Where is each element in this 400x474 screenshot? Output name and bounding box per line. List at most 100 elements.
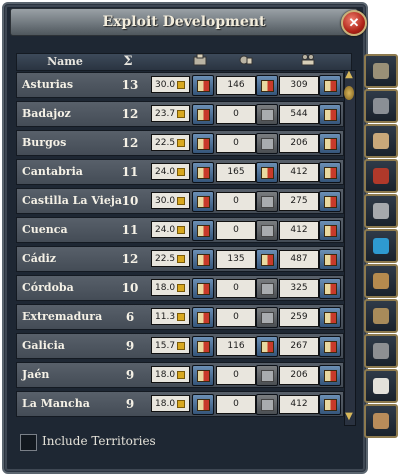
table-row[interactable]: Badajoz 12 23.7 0 544 xyxy=(16,101,344,127)
table-row[interactable]: Jaén 9 18.0 0 206 xyxy=(16,362,344,388)
exploit-tax-button[interactable] xyxy=(192,75,214,96)
table-row[interactable]: Extremadura 6 11.3 0 259 xyxy=(16,304,344,330)
development-value: 10 xyxy=(121,194,139,208)
province-name: Badajoz xyxy=(22,107,71,120)
sidebar-button-add-building[interactable] xyxy=(364,124,398,158)
table-row[interactable]: Castilla La Vieja 10 30.0 0 275 xyxy=(16,188,344,214)
exploit-production-button[interactable] xyxy=(256,133,278,154)
table-row[interactable]: Córdoba 10 18.0 0 325 xyxy=(16,275,344,301)
exploit-manpower-button[interactable] xyxy=(319,365,341,386)
exploit-manpower-button[interactable] xyxy=(319,104,341,125)
manpower-exploit-icon xyxy=(324,138,337,150)
exploit-production-button[interactable] xyxy=(256,278,278,299)
exploit-tax-button[interactable] xyxy=(192,249,214,270)
exploit-manpower-button[interactable] xyxy=(319,75,341,96)
exploit-production-button[interactable] xyxy=(256,307,278,328)
table-row[interactable]: Cantabria 11 24.0 165 412 xyxy=(16,159,344,185)
exploit-tax-button[interactable] xyxy=(192,365,214,386)
close-button[interactable]: ✕ xyxy=(341,10,367,36)
manpower-exploit-icon xyxy=(324,109,337,121)
exploit-tax-button[interactable] xyxy=(192,104,214,125)
exploit-manpower-button[interactable] xyxy=(319,249,341,270)
window-title: Exploit Development xyxy=(102,14,266,30)
table-header: Name Σ xyxy=(16,53,352,71)
province-name: Cuenca xyxy=(22,223,68,236)
table-row[interactable]: Cádiz 12 22.5 135 487 xyxy=(16,246,344,272)
exploit-production-button[interactable] xyxy=(256,336,278,357)
tax-cost-value: 11.3 xyxy=(155,312,176,322)
manpower-value: 206 xyxy=(279,134,319,153)
development-value: 9 xyxy=(125,368,135,382)
exploit-tax-button[interactable] xyxy=(192,394,214,415)
exploit-production-button[interactable] xyxy=(256,365,278,386)
sidebar-button-army-units[interactable] xyxy=(364,334,398,368)
development-value: 12 xyxy=(121,107,139,121)
sidebar-button-dove[interactable] xyxy=(364,369,398,403)
exploit-production-button[interactable] xyxy=(256,162,278,183)
scroll-up-arrow-icon[interactable]: ▲ xyxy=(343,69,355,81)
exploit-production-button[interactable] xyxy=(256,191,278,212)
production-exploit-icon xyxy=(261,138,274,150)
tax-exploit-icon xyxy=(197,109,210,121)
header-name[interactable]: Name xyxy=(17,54,113,70)
header-manpower-icon[interactable] xyxy=(297,54,319,70)
sidebar-button-military[interactable] xyxy=(364,264,398,298)
table-row[interactable]: La Mancha 9 18.0 0 412 xyxy=(16,391,344,417)
tax-exploit-icon xyxy=(197,196,210,208)
province-name: Córdoba xyxy=(22,281,74,294)
exploit-development-window: Exploit Development Name Σ Asturias 13 30.… xyxy=(2,2,368,474)
exploit-tax-button[interactable] xyxy=(192,336,214,357)
scrollbar-thumb[interactable] xyxy=(344,86,354,100)
sidebar-button-province-map[interactable] xyxy=(364,54,398,88)
exploit-manpower-button[interactable] xyxy=(319,307,341,328)
exploit-manpower-button[interactable] xyxy=(319,394,341,415)
tax-cost-field: 30.0 xyxy=(151,76,190,93)
header-production-icon[interactable] xyxy=(235,54,257,70)
exploit-manpower-button[interactable] xyxy=(319,278,341,299)
exploit-tax-button[interactable] xyxy=(192,278,214,299)
exploit-manpower-button[interactable] xyxy=(319,162,341,183)
table-row[interactable]: Burgos 12 22.5 0 206 xyxy=(16,130,344,156)
production-exploit-icon xyxy=(261,341,274,353)
sidebar-button-map-scroll[interactable] xyxy=(364,299,398,333)
exploit-manpower-button[interactable] xyxy=(319,220,341,241)
exploit-tax-button[interactable] xyxy=(192,162,214,183)
sidebar-button-chain[interactable] xyxy=(364,194,398,228)
table-row[interactable]: Galicia 9 15.7 116 267 xyxy=(16,333,344,359)
tax-cost-value: 18.0 xyxy=(155,283,176,293)
scrollbar-track[interactable] xyxy=(344,70,356,426)
scroll-down-arrow-icon[interactable]: ▼ xyxy=(343,411,355,423)
manpower-exploit-icon xyxy=(324,399,337,411)
production-value: 0 xyxy=(216,308,256,327)
development-value: 11 xyxy=(121,165,139,179)
sidebar-button-religion[interactable] xyxy=(364,159,398,193)
ducats-icon xyxy=(177,399,186,408)
header-development-sigma[interactable]: Σ xyxy=(117,54,139,70)
exploit-tax-button[interactable] xyxy=(192,133,214,154)
header-tax-icon[interactable] xyxy=(189,53,211,70)
table-row[interactable]: Cuenca 11 24.0 0 412 xyxy=(16,217,344,243)
exploit-manpower-button[interactable] xyxy=(319,336,341,357)
ducats-icon xyxy=(177,225,186,234)
sidebar-button-ships[interactable] xyxy=(364,89,398,123)
table-row[interactable]: Asturias 13 30.0 146 309 xyxy=(16,72,344,98)
exploit-tax-button[interactable] xyxy=(192,307,214,328)
exploit-production-button[interactable] xyxy=(256,249,278,270)
exploit-tax-button[interactable] xyxy=(192,191,214,212)
province-name: La Mancha xyxy=(22,397,90,410)
tax-cost-field: 24.0 xyxy=(151,163,190,180)
exploit-tax-button[interactable] xyxy=(192,220,214,241)
sidebar-button-trade-arrows[interactable] xyxy=(364,229,398,263)
exploit-manpower-button[interactable] xyxy=(319,191,341,212)
exploit-production-button[interactable] xyxy=(256,394,278,415)
province-name: Galicia xyxy=(22,339,65,352)
include-territories-checkbox[interactable] xyxy=(20,434,37,451)
exploit-production-button[interactable] xyxy=(256,75,278,96)
exploit-manpower-button[interactable] xyxy=(319,133,341,154)
manpower-exploit-icon xyxy=(324,341,337,353)
manpower-value: 267 xyxy=(279,337,319,356)
sidebar-button-deed[interactable] xyxy=(364,404,398,438)
exploit-production-button[interactable] xyxy=(256,220,278,241)
tax-cost-field: 18.0 xyxy=(151,366,190,383)
exploit-production-button[interactable] xyxy=(256,104,278,125)
